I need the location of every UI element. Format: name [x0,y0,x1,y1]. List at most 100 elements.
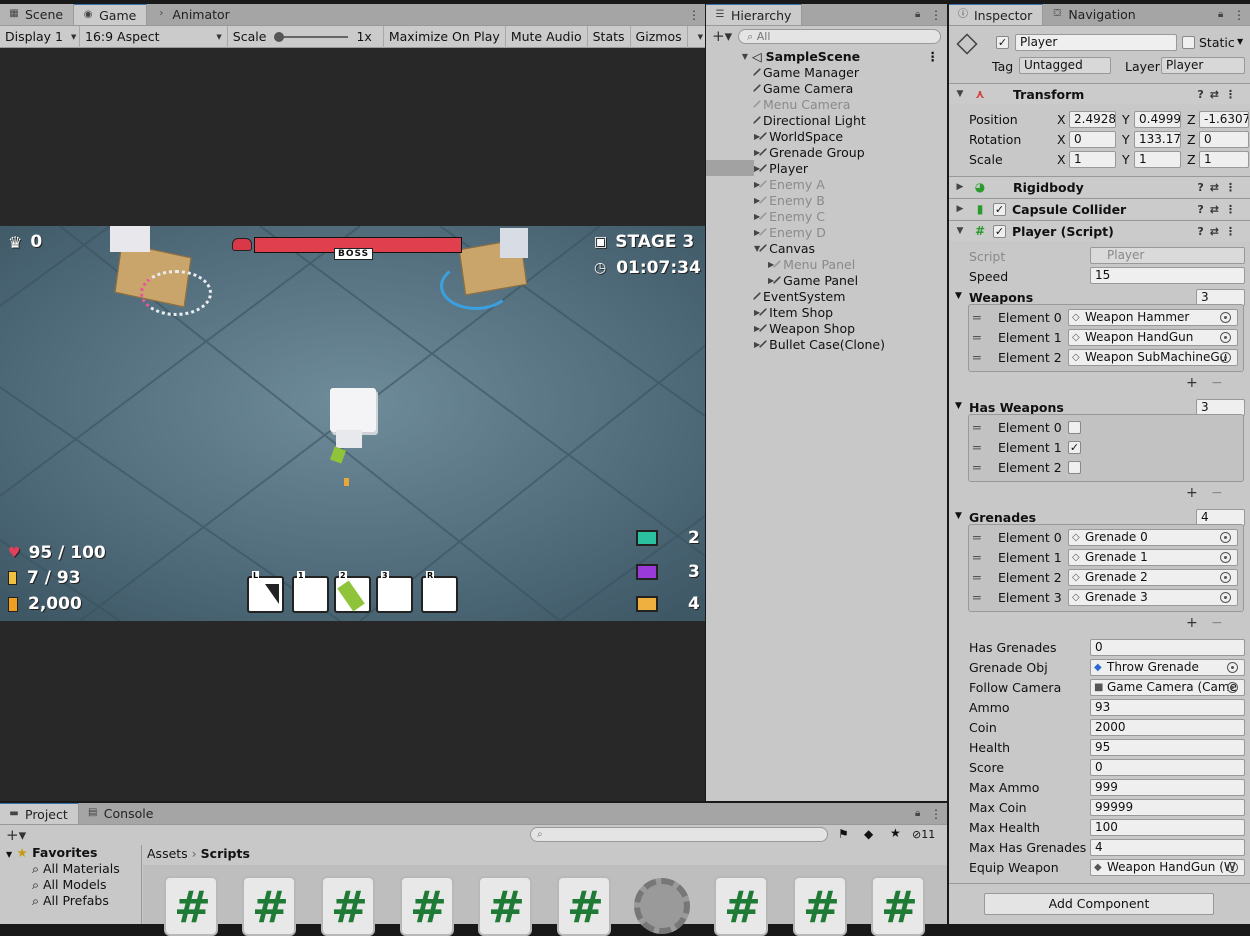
drag-handle-icon[interactable]: ═ [973,440,981,455]
hierarchy-item[interactable]: ▶ Player [706,160,808,176]
expand-arrow-icon[interactable]: ▼ [6,850,12,859]
add-component-button[interactable]: Add Component [984,893,1214,915]
object-name-field[interactable]: Player [1015,34,1177,51]
weapons-label[interactable]: Weapons [969,290,1033,305]
kebab-menu-icon[interactable]: ⋮ [688,8,700,22]
static-label[interactable]: Static [1199,35,1235,50]
element-object-field[interactable]: ◇ Weapon HandGun [1068,329,1238,346]
element-object-field[interactable]: ◇ Grenade 3 [1068,589,1238,606]
drag-handle-icon[interactable]: ═ [973,530,981,545]
breadcrumb-assets[interactable]: Assets [147,846,188,861]
has-weapons-label[interactable]: Has Weapons [969,400,1064,415]
scale-control[interactable]: Scale 1x [228,25,384,48]
element-object-field[interactable]: ◇ Grenade 1 [1068,549,1238,566]
component-enabled-checkbox[interactable]: ✓ [993,202,1006,216]
kebab-menu-icon[interactable]: ⋮ [1233,8,1245,22]
mute-audio-toggle[interactable]: Mute Audio [506,25,588,48]
transform-scale-z[interactable]: 1 [1199,151,1249,168]
static-checkbox[interactable] [1182,36,1195,49]
field-value[interactable]: ◆ Throw Grenade [1090,659,1245,676]
hierarchy-item[interactable]: ▶ Weapon Shop [706,320,855,336]
hierarchy-item[interactable]: Game Camera [706,80,853,96]
hierarchy-item[interactable]: EventSystem [706,288,845,304]
field-value[interactable]: 4 [1090,839,1245,856]
scale-slider[interactable] [274,31,349,42]
grenades-label[interactable]: Grenades [969,510,1036,525]
scene-row[interactable]: ▼ ◁ SampleScene ⋮ [706,48,947,64]
object-picker-icon[interactable] [1220,312,1231,323]
script-file-icon[interactable] [400,876,454,936]
element-checkbox[interactable]: ✓ [1068,441,1081,454]
speed-field[interactable]: 15 [1090,267,1245,284]
object-picker-icon[interactable] [1220,592,1231,603]
object-picker-icon[interactable] [1227,862,1238,873]
drag-handle-icon[interactable]: ═ [973,590,981,605]
drag-handle-icon[interactable]: ═ [973,350,981,365]
object-picker-icon[interactable] [1220,572,1231,583]
aspect-dropdown[interactable]: 16:9 Aspect [80,25,228,48]
object-picker-icon[interactable] [1220,352,1231,363]
transform-rotation-y[interactable]: 133.171 [1134,131,1181,148]
drag-handle-icon[interactable]: ═ [973,460,981,475]
project-search-input[interactable]: ⌕ [530,827,828,842]
kebab-menu-icon[interactable]: ⋮ [930,8,942,22]
gear-icon[interactable] [634,878,690,934]
capsule-collider-header[interactable]: ▶ ▮ ✓ Capsule Collider ?⇄⋮ [949,198,1250,219]
script-file-icon[interactable] [242,876,296,936]
layer-dropdown[interactable]: Player [1161,57,1245,74]
field-value[interactable]: 2000 [1090,719,1245,736]
field-value[interactable]: 0 [1090,759,1245,776]
filter-label-icon[interactable]: ◆ [864,827,873,841]
drag-handle-icon[interactable]: ═ [973,420,981,435]
hierarchy-item[interactable]: ▶ Item Shop [706,304,833,320]
hierarchy-item[interactable]: ▶ Enemy C [706,208,825,224]
script-file-icon[interactable] [164,876,218,936]
foldout-arrow-icon[interactable]: ▼ [955,401,962,411]
foldout-arrow-icon[interactable]: ▶ [949,182,971,192]
drag-handle-icon[interactable]: ═ [973,330,981,345]
field-value[interactable]: ◆ Weapon HandGun (W [1090,859,1245,876]
field-value[interactable]: ■ Game Camera (Came [1090,679,1245,696]
tab-navigation[interactable]: ⛋ Navigation [1043,4,1146,25]
expand-arrow-icon[interactable]: ▼ [740,52,750,61]
transform-header[interactable]: ▼ ⋏ Transform ?⇄⋮ [949,83,1250,104]
drag-handle-icon[interactable]: ═ [973,310,981,325]
foldout-arrow-icon[interactable]: ▼ [955,291,962,301]
stats-toggle[interactable]: Stats [588,25,631,48]
display-dropdown[interactable]: Display 1 [0,25,80,48]
tag-dropdown[interactable]: Untagged [1019,57,1111,74]
tab-animator[interactable]: › Animator [147,4,240,25]
object-picker-icon[interactable] [1227,662,1238,673]
hierarchy-item[interactable]: Menu Camera [706,96,850,112]
hierarchy-item[interactable]: Directional Light [706,112,866,128]
transform-rotation-z[interactable]: 0 [1199,131,1249,148]
object-picker-icon[interactable] [1220,532,1231,543]
component-help-settings-menu[interactable]: ?⇄⋮ [1197,203,1242,216]
static-dropdown-icon[interactable]: ▼ [1237,37,1243,46]
maximize-on-play-toggle[interactable]: Maximize On Play [384,25,506,48]
gizmos-dropdown[interactable] [686,25,705,48]
hierarchy-item[interactable]: ▶ Enemy B [706,192,825,208]
component-help-settings-menu[interactable]: ?⇄⋮ [1197,225,1242,238]
player-script-header[interactable]: ▼ # ✓ Player (Script) ?⇄⋮ [949,220,1250,241]
slider-handle[interactable] [274,31,285,42]
tab-console[interactable]: ▤ Console [78,803,164,824]
gizmos-toggle[interactable]: Gizmos [631,26,687,48]
element-checkbox[interactable] [1068,421,1081,434]
filter-type-icon[interactable]: ⚑ [838,827,849,841]
transform-rotation-x[interactable]: 0 [1069,131,1116,148]
hierarchy-item[interactable]: ▶ Grenade Group [706,144,865,160]
element-object-field[interactable]: ◇ Weapon Hammer [1068,309,1238,326]
foldout-arrow-icon[interactable]: ▼ [955,511,962,521]
element-object-field[interactable]: ◇ Weapon SubMachineGu [1068,349,1238,366]
script-file-icon[interactable] [478,876,532,936]
list-add-icon[interactable]: + [1186,485,1198,501]
foldout-arrow-icon[interactable]: ▼ [949,89,971,99]
favorite-star-icon[interactable]: ★ [890,826,901,840]
tab-project[interactable]: ▬ Project [0,803,79,824]
hierarchy-item[interactable]: ▶ Menu Panel [706,256,855,272]
hidden-count[interactable]: ⊘11 [912,828,935,841]
hierarchy-item[interactable]: ▶ Enemy D [706,224,826,240]
hierarchy-search-input[interactable]: ⌕ All [738,28,941,44]
transform-position-y[interactable]: 0.49999 [1134,111,1181,128]
